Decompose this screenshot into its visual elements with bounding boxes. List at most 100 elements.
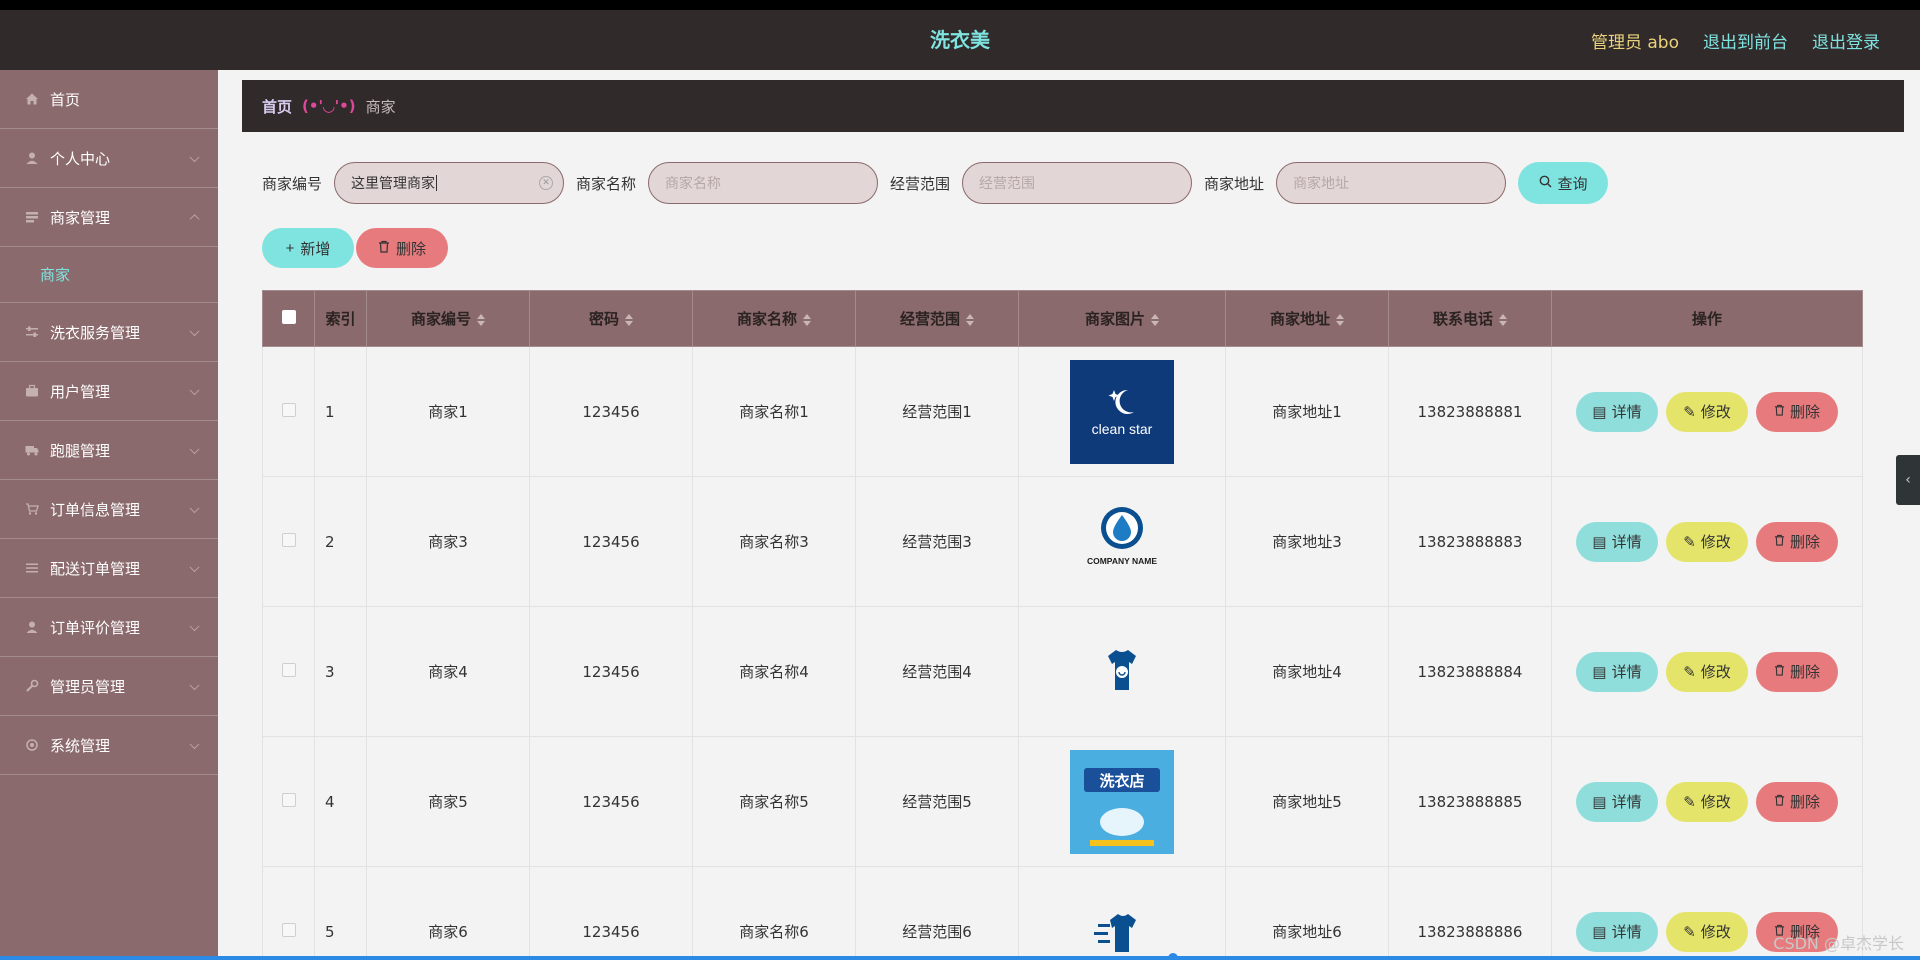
chevron-down-icon	[189, 503, 200, 514]
row-checkbox[interactable]	[281, 532, 296, 547]
sidebar-item-laundry-service[interactable]: 洗衣服务管理	[0, 303, 218, 362]
merchant-logo-text: 洗衣店	[1099, 772, 1144, 790]
row-index: 5	[314, 866, 367, 960]
logout-link[interactable]: 退出登录	[1812, 28, 1880, 53]
sidebar-item-system-management[interactable]: 系统管理	[0, 716, 218, 775]
column-header-sortable[interactable]: 经营范围	[855, 290, 1019, 347]
breadcrumb-home[interactable]: 首页	[262, 96, 292, 117]
column-header-sortable[interactable]: 联系电话	[1388, 290, 1552, 347]
column-header-sortable[interactable]: 商家编号	[366, 290, 530, 347]
batch-delete-label: 删除	[395, 240, 426, 258]
truck-icon	[24, 442, 40, 458]
select-all-header[interactable]	[262, 290, 315, 347]
row-operations: ▤ 详情 ✎ 修改 删除	[1551, 736, 1863, 867]
row-checkbox[interactable]	[281, 792, 296, 807]
merchant-logo-image: clean star	[1070, 359, 1174, 464]
row-phone: 13823888884	[1388, 606, 1552, 737]
detail-button[interactable]: ▤ 详情	[1576, 781, 1658, 822]
delete-button-label: 删除	[1789, 404, 1820, 421]
column-header-label: 商家名称	[736, 310, 797, 328]
sidebar-item-admin-management[interactable]: 管理员管理	[0, 657, 218, 716]
clear-icon[interactable]: ✕	[539, 176, 554, 190]
row-index: 3	[314, 606, 367, 737]
row-name: 商家名称6	[692, 866, 856, 960]
column-header-label: 商家编号	[410, 310, 471, 328]
merchant-name-placeholder: 商家名称	[665, 176, 722, 192]
sidebar-item-order-review[interactable]: 订单评价管理	[0, 598, 218, 657]
delete-button[interactable]: 删除	[1756, 521, 1838, 562]
sidebar-item-home[interactable]: 首页	[0, 70, 218, 129]
chevron-down-icon	[189, 152, 200, 163]
sidebar-item-order-info[interactable]: 订单信息管理	[0, 480, 218, 539]
collapse-panel-handle[interactable]: ‹	[1896, 455, 1920, 505]
business-scope-placeholder: 经营范围	[979, 176, 1036, 192]
row-phone: 13823888881	[1388, 346, 1552, 477]
sidebar-item-user-management[interactable]: 用户管理	[0, 362, 218, 421]
detail-button[interactable]: ▤ 详情	[1576, 651, 1658, 692]
row-select-cell[interactable]	[262, 736, 315, 867]
video-progress-bar[interactable]	[0, 953, 1920, 960]
sort-icon[interactable]	[803, 313, 811, 326]
edit-button[interactable]: ✎ 修改	[1666, 391, 1748, 432]
merchant-code-value: 这里管理商家	[351, 176, 436, 192]
detail-button[interactable]: ▤ 详情	[1576, 521, 1658, 562]
column-header-sortable[interactable]: 商家名称	[692, 290, 856, 347]
sidebar-subitem-merchant[interactable]: 商家	[0, 247, 218, 303]
document-icon: ▤	[1592, 923, 1607, 941]
delete-button[interactable]: 删除	[1756, 781, 1838, 822]
row-checkbox[interactable]	[281, 922, 296, 937]
edit-button-label: 修改	[1700, 924, 1731, 941]
delete-button[interactable]: 删除	[1756, 651, 1838, 692]
merchant-code-input[interactable]: 这里管理商家 ✕	[334, 162, 565, 204]
batch-delete-button[interactable]: 删除	[356, 228, 448, 268]
row-image-cell: clean star	[1018, 346, 1226, 477]
edit-button[interactable]: ✎ 修改	[1666, 911, 1748, 952]
row-select-cell[interactable]	[262, 866, 315, 960]
row-image-cell: COMPANY NAME	[1018, 476, 1226, 607]
admin-label: 管理员 abo	[1590, 32, 1679, 53]
merchant-name-input[interactable]: 商家名称	[648, 162, 879, 204]
delete-button[interactable]: 删除	[1756, 391, 1838, 432]
home-icon	[24, 91, 40, 107]
sidebar-item-label: 跑腿管理	[50, 441, 111, 460]
sort-icon[interactable]	[966, 313, 974, 326]
edit-button[interactable]: ✎ 修改	[1666, 651, 1748, 692]
pencil-icon: ✎	[1683, 533, 1696, 551]
column-header-sortable[interactable]: 商家图片	[1018, 290, 1226, 347]
sidebar-item-errand-management[interactable]: 跑腿管理	[0, 421, 218, 480]
sidebar-item-merchant-management[interactable]: 商家管理	[0, 188, 218, 247]
row-select-cell[interactable]	[262, 346, 315, 477]
sort-icon[interactable]	[477, 313, 485, 326]
column-header-sortable[interactable]: 商家地址	[1225, 290, 1389, 347]
row-code: 商家1	[366, 346, 530, 477]
row-checkbox[interactable]	[281, 662, 296, 677]
sidebar: 首页 个人中心 商家管理 商家 洗衣服务管理 用户管理 跑腿管理 订单信息管理 …	[0, 70, 218, 956]
detail-button[interactable]: ▤ 详情	[1576, 391, 1658, 432]
row-index: 1	[314, 346, 367, 477]
merchant-address-input[interactable]: 商家地址	[1276, 162, 1507, 204]
trash-icon	[1774, 793, 1785, 810]
sort-icon[interactable]	[1336, 313, 1344, 326]
sort-icon[interactable]	[625, 313, 633, 326]
sort-icon[interactable]	[1499, 313, 1507, 326]
sort-icon[interactable]	[1151, 313, 1159, 326]
sidebar-item-delivery-order[interactable]: 配送订单管理	[0, 539, 218, 598]
select-all-checkbox[interactable]	[281, 309, 296, 324]
row-select-cell[interactable]	[262, 476, 315, 607]
sidebar-item-personal-center[interactable]: 个人中心	[0, 129, 218, 188]
add-button-label: 新增	[300, 240, 331, 258]
row-select-cell[interactable]	[262, 606, 315, 737]
progress-knob[interactable]	[1168, 953, 1178, 960]
row-checkbox[interactable]	[281, 402, 296, 417]
edit-button[interactable]: ✎ 修改	[1666, 521, 1748, 562]
exit-to-front-link[interactable]: 退出到前台	[1703, 28, 1788, 53]
row-password: 123456	[529, 346, 693, 477]
column-header-sortable[interactable]: 密码	[529, 290, 693, 347]
edit-button[interactable]: ✎ 修改	[1666, 781, 1748, 822]
chevron-down-icon	[189, 562, 200, 573]
query-button[interactable]: 查询	[1518, 162, 1609, 204]
add-button[interactable]: + 新增	[262, 228, 354, 268]
detail-button[interactable]: ▤ 详情	[1576, 911, 1658, 952]
business-scope-input[interactable]: 经营范围	[962, 162, 1193, 204]
row-name: 商家名称4	[692, 606, 856, 737]
